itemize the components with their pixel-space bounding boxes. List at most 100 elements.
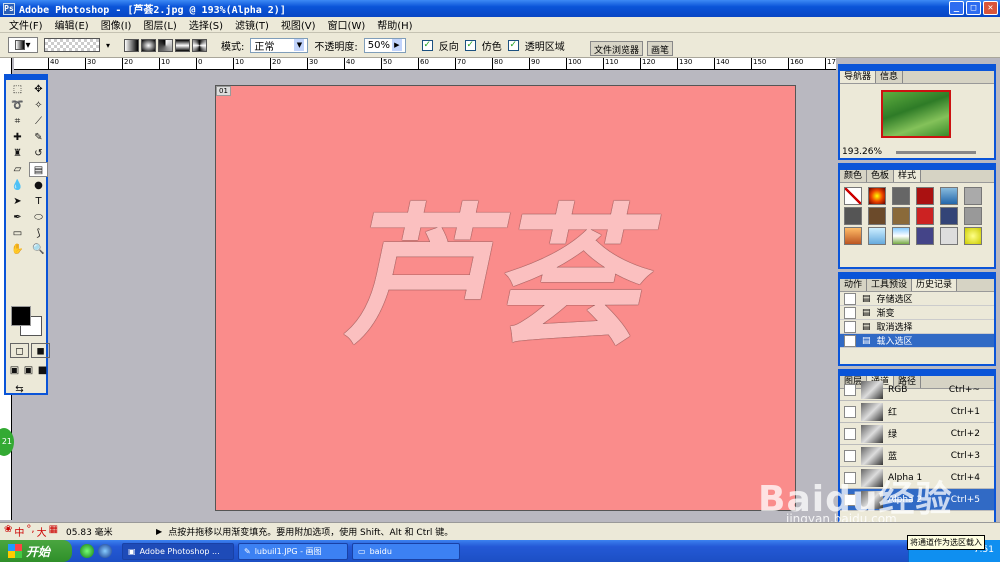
tab-styles[interactable]: 样式 [894,170,922,182]
style-swatch[interactable] [844,227,862,245]
dither-checkbox[interactable]: ✓ [464,39,476,51]
document-canvas[interactable]: 01 芦荟 [215,85,796,511]
standard-mode-icon[interactable]: ◻ [10,343,29,358]
path-select-icon[interactable]: ➤ [8,194,27,209]
tab-tool-presets[interactable]: 工具预设 [867,279,913,291]
style-swatch[interactable] [892,227,910,245]
eraser-tool-icon[interactable]: ▱ [8,162,27,177]
tab-swatches[interactable]: 色板 [867,170,895,182]
hand-tool-icon[interactable]: ✋ [8,242,27,257]
channel-row[interactable]: 绿 Ctrl+2 [840,423,994,445]
style-swatch[interactable] [940,207,958,225]
ime-toolbar[interactable]: ❀ 中 °, 大 ▦ [0,524,62,539]
taskbar-photoshop[interactable]: ▣ Adobe Photoshop ... [122,542,234,560]
gradient-preview[interactable] [44,38,100,52]
menu-item[interactable]: 窗口(W) [322,17,372,32]
pen-tool-icon[interactable]: ✒ [8,210,27,225]
stamp-tool-icon[interactable]: ♜ [8,146,27,161]
style-swatch[interactable] [916,187,934,205]
style-swatch[interactable] [964,207,982,225]
style-swatch[interactable] [964,187,982,205]
transparency-checkbox[interactable]: ✓ [507,39,519,51]
menu-item[interactable]: 编辑(E) [49,17,95,32]
mode-select[interactable]: 正常 ▼ [250,37,309,53]
magic-wand-icon[interactable]: ✧ [29,98,48,113]
tab-file-browser[interactable]: 文件浏览器 [590,41,644,56]
eye-icon[interactable] [844,405,856,418]
history-item[interactable]: ▤ 载入选区 [840,334,994,348]
history-item[interactable]: ▤ 存储选区 [840,292,994,306]
tool-preset-picker[interactable]: ▾ [8,37,38,53]
style-swatch[interactable] [892,187,910,205]
style-none[interactable] [844,187,862,205]
taskbar-baidu-folder[interactable]: ▭ baidu [352,542,460,560]
eyedropper-icon[interactable]: ⟆ [29,226,48,241]
style-swatch[interactable] [940,227,958,245]
minimize-button[interactable]: _ [949,1,964,15]
quicklaunch-icon[interactable] [80,544,94,558]
maximize-button[interactable]: □ [966,1,981,15]
history-brush-icon[interactable]: ↺ [29,146,48,161]
tab-history[interactable]: 历史记录 [912,279,958,291]
zoom-slider[interactable] [896,151,976,154]
history-item[interactable]: ▤ 渐变 [840,306,994,320]
angle-gradient-icon[interactable] [158,38,174,52]
lasso-tool-icon[interactable]: ➰ [8,98,27,113]
menu-item[interactable]: 图像(I) [95,17,138,32]
channel-row[interactable]: 红 Ctrl+1 [840,401,994,423]
style-swatch[interactable] [868,187,886,205]
screen-mode-full-icon[interactable]: ▣ [22,363,35,378]
gradient-dropdown-icon[interactable]: ▾ [106,41,110,50]
style-swatch[interactable] [940,187,958,205]
ps-icon[interactable]: Ps [3,2,15,15]
style-swatch[interactable] [916,207,934,225]
channel-row[interactable]: 蓝 Ctrl+3 [840,445,994,467]
notes-tool-icon[interactable]: ▭ [8,226,27,241]
move-tool-icon[interactable]: ✥ [29,82,48,97]
style-swatch[interactable] [916,227,934,245]
history-checkbox[interactable] [844,320,856,333]
style-swatch[interactable] [892,207,910,225]
tab-color[interactable]: 颜色 [840,170,868,182]
screen-mode-standard-icon[interactable]: ▣ [8,363,21,378]
dodge-tool-icon[interactable]: ● [29,178,48,193]
menu-item[interactable]: 帮助(H) [371,17,418,32]
tab-navigator[interactable]: 导航器 [840,71,877,83]
tab-info[interactable]: 信息 [876,71,904,83]
menu-item[interactable]: 选择(S) [183,17,229,32]
shape-tool-icon[interactable]: ⬭ [29,210,48,225]
navigator-zoom[interactable]: 193.26% [842,147,882,157]
slice-tool-icon[interactable]: ⟋ [29,114,48,129]
blur-tool-icon[interactable]: 💧 [8,178,27,193]
reverse-checkbox[interactable]: ✓ [421,39,433,51]
tab-actions[interactable]: 动作 [840,279,868,291]
radial-gradient-icon[interactable] [141,38,157,52]
gradient-tool-icon[interactable]: ▤ [29,162,48,177]
ie-icon[interactable] [98,544,112,558]
quickmask-icon[interactable]: ◼ [31,343,50,358]
history-item[interactable]: ▤ 取消选择 [840,320,994,334]
menu-item[interactable]: 滤镜(T) [229,17,275,32]
menu-item[interactable]: 视图(V) [275,17,322,32]
style-swatch[interactable] [844,207,862,225]
brush-tool-icon[interactable]: ✎ [29,130,48,145]
marquee-tool-icon[interactable]: ⬚ [8,82,27,97]
style-swatch[interactable] [868,227,886,245]
navigator-thumbnail[interactable] [881,90,951,138]
start-button[interactable]: 开始 [0,540,72,562]
diamond-gradient-icon[interactable] [192,38,208,52]
foreground-color[interactable] [11,306,31,326]
screen-mode-black-icon[interactable]: ■ [36,363,49,378]
style-swatch[interactable] [868,207,886,225]
tab-brushes[interactable]: 画笔 [647,41,674,56]
reflected-gradient-icon[interactable] [175,38,191,52]
menu-item[interactable]: 图层(L) [137,17,182,32]
jump-to-imageready-icon[interactable]: ⇆ [10,382,29,397]
close-button[interactable]: ✕ [983,1,998,15]
opacity-input[interactable]: 50% ▶ [363,37,406,53]
type-tool-icon[interactable]: T [29,194,48,209]
linear-gradient-icon[interactable] [124,38,140,52]
menu-item[interactable]: 文件(F) [3,17,49,32]
taskbar-paint[interactable]: ✎ lubuil1.JPG - 画图 [238,542,348,560]
style-swatch[interactable] [964,227,982,245]
